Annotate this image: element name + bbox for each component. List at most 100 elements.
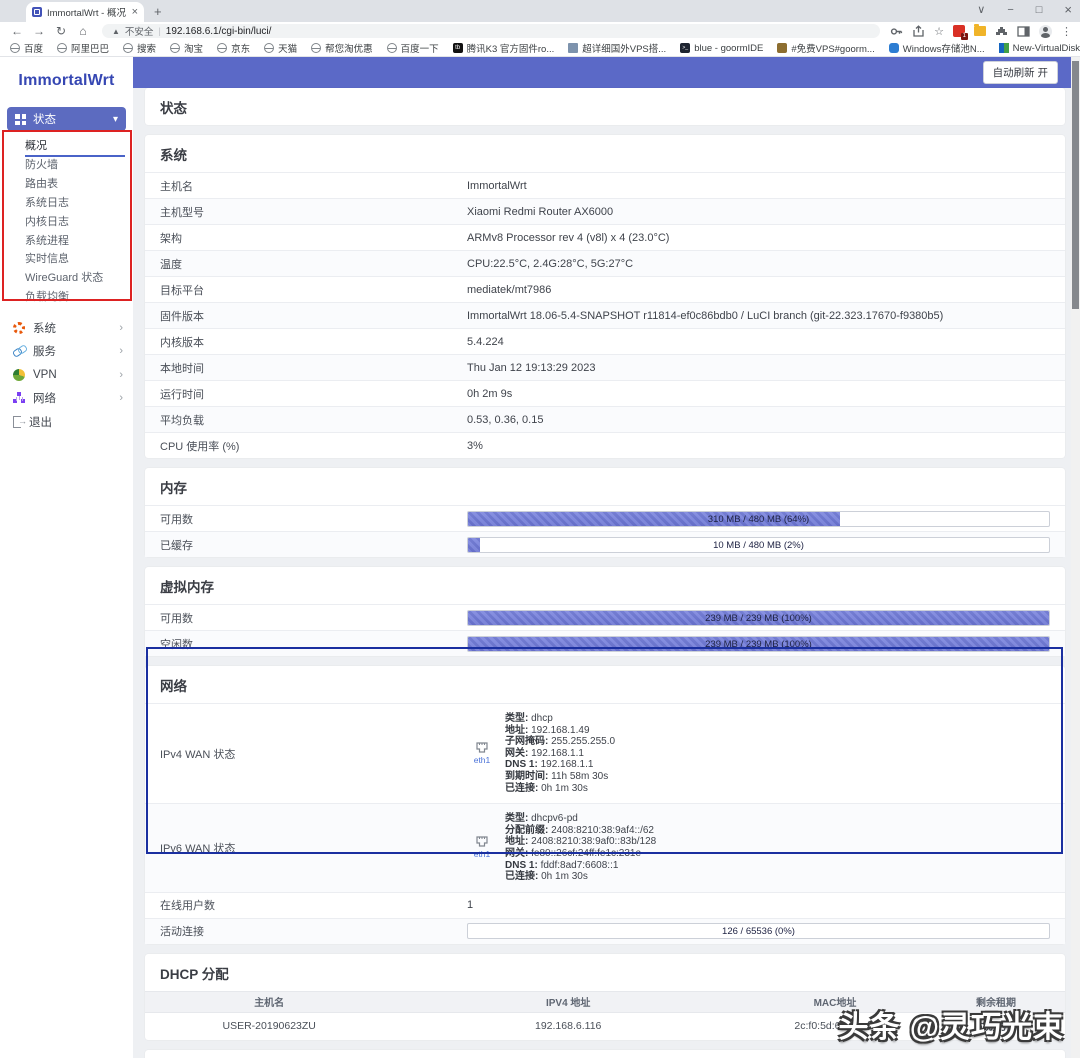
tab-search-chevron-icon[interactable]: ∨ [977, 3, 985, 16]
status-menu-label: 状态 [33, 111, 106, 127]
window-maximize-button[interactable]: □ [1036, 4, 1043, 16]
sidebar-menu-item[interactable]: 网络 › [0, 387, 133, 411]
bookmark-item[interactable]: #免费VPS#goorm... [777, 41, 874, 55]
wan-detail-line: 已连接: 0h 1m 30s [505, 783, 615, 795]
bookmark-item[interactable]: 阿里巴巴 [57, 41, 109, 55]
bookmark-item[interactable]: 京东 [217, 41, 250, 55]
wan-detail-line: 网关: fe80::26cf:24ff:fe1c:231e [505, 848, 656, 860]
password-key-icon[interactable] [890, 25, 903, 38]
status-submenu-item[interactable]: 系统日志 [25, 194, 125, 213]
sidebar: ImmortalWrt 状态 ▾ 概况 防火墙 路由表 系统日志 内核日志 系统… [0, 57, 133, 1058]
sidebar-menu-status[interactable]: 状态 ▾ [7, 107, 126, 131]
status-submenu-item[interactable]: 负载均衡 [25, 288, 125, 307]
chevron-right-icon: › [119, 345, 123, 357]
system-row-value: 0h 2m 9s [467, 384, 1065, 404]
forward-button[interactable]: → [30, 24, 48, 38]
bookmark-item[interactable]: 超详细国外VPS搭... [568, 41, 666, 55]
system-row-label: 主机名 [145, 174, 467, 198]
browser-toolbar: ← → ↻ ⌂ ▲ 不安全 | 192.168.6.1/cgi-bin/luci… [0, 22, 1080, 40]
window-close-button[interactable]: × [1064, 2, 1072, 17]
bookmark-item[interactable]: New-VirtualDisk [999, 43, 1080, 54]
dhcp-mac-address: 2c:f0:5d:61:9b:db [743, 1020, 927, 1032]
system-row-label: 目标平台 [145, 278, 467, 302]
sidebar-menu-item[interactable]: 服务 › [0, 340, 133, 364]
scrollbar-thumb[interactable] [1072, 61, 1079, 309]
bookmark-favicon-icon [453, 43, 463, 53]
sidebar-menu-icon [13, 392, 25, 404]
status-submenu-item[interactable]: 内核日志 [25, 213, 125, 232]
sidebar-menu-label: VPN [33, 369, 57, 381]
share-icon[interactable] [912, 25, 925, 38]
reload-button[interactable]: ↻ [52, 24, 70, 38]
bookmark-item[interactable]: 天猫 [264, 41, 297, 55]
address-bar[interactable]: ▲ 不安全 | 192.168.6.1/cgi-bin/luci/ [102, 24, 880, 38]
auto-refresh-toggle[interactable]: 自动刷新 开 [983, 61, 1058, 84]
bookmark-label: 阿里巴巴 [71, 41, 109, 55]
browser-tab[interactable]: ImmortalWrt - 概况 - LuCI × [26, 2, 144, 22]
bookmark-star-icon[interactable]: ☆ [934, 25, 944, 38]
system-row-value: 5.4.224 [467, 332, 1065, 352]
wan-detail-line: 到期时间: 11h 58m 30s [505, 771, 615, 783]
ipv4-wan-status-row: IPv4 WAN 状态 eth1 类型: dhcp 地址: 192.168.1.… [145, 703, 1065, 803]
sidebar-menu-item[interactable]: 退出 [0, 410, 133, 434]
window-minimize-button[interactable]: − [1007, 4, 1013, 16]
tab-close-icon[interactable]: × [132, 6, 138, 18]
status-submenu-item[interactable]: WireGuard 状态 [25, 269, 125, 288]
status-submenu-item[interactable]: 防火墙 [25, 156, 125, 175]
system-row-value: ImmortalWrt [467, 176, 1065, 196]
system-row-value: CPU:22.5°C, 2.4G:28°C, 5G:27°C [467, 254, 1065, 274]
bookmark-item[interactable]: 淘宝 [170, 41, 203, 55]
extension-folder-icon[interactable] [974, 26, 986, 36]
extensions-puzzle-icon[interactable] [995, 25, 1008, 38]
bookmark-item[interactable]: Windows存储池N... [889, 41, 985, 55]
bookmark-item[interactable]: 百度一下 [387, 41, 439, 55]
wan-detail-line: 已连接: 0h 1m 30s [505, 871, 656, 883]
extension-red-icon[interactable]: 1 [953, 25, 965, 37]
page-scrollbar[interactable] [1071, 57, 1080, 1058]
ipv4-wan-details: 类型: dhcp 地址: 192.168.1.49 子网掩码: 255.255.… [505, 713, 615, 794]
bookmark-favicon-icon [311, 43, 321, 53]
status-submenu-item[interactable]: 系统进程 [25, 232, 125, 251]
side-panel-icon[interactable] [1017, 25, 1030, 38]
bookmark-item[interactable]: blue - goormIDE [680, 43, 763, 54]
back-button[interactable]: ← [8, 24, 26, 38]
bookmark-favicon-icon [777, 43, 787, 53]
chevron-right-icon: › [119, 369, 123, 381]
sidebar-menu-item[interactable]: 系统 › [0, 316, 133, 340]
system-row: 温度 CPU:22.5°C, 2.4G:28°C, 5G:27°C [145, 250, 1065, 276]
status-submenu-item[interactable]: 路由表 [25, 175, 125, 194]
wan-detail-line: 类型: dhcpv6-pd [505, 813, 656, 825]
dhcpv6-card: DHCPv6 分配 主机 IPV6 地址 DUID 剩余租期 [145, 1050, 1065, 1058]
status-submenu-item[interactable]: 实时信息 [25, 250, 125, 269]
vmem-available-progressbar: 239 MB / 239 MB (100%) [467, 610, 1050, 626]
bookmark-favicon-icon [217, 43, 227, 53]
ipv6-wan-status-row: IPv6 WAN 状态 eth1 类型: dhcpv6-pd 分配前缀: 240… [145, 803, 1065, 892]
browser-menu-icon[interactable]: ⋮ [1061, 25, 1072, 38]
wan-detail-line: 类型: dhcp [505, 713, 615, 725]
system-row-value: 0.53, 0.36, 0.15 [467, 410, 1065, 430]
bookmark-item[interactable]: 搜索 [123, 41, 156, 55]
tab-favicon-icon [32, 7, 42, 17]
ethernet-icon [475, 836, 489, 848]
profile-avatar[interactable] [1039, 25, 1052, 38]
bookmark-label: 帮您淘优惠 [325, 41, 373, 55]
sidebar-main-menu: 系统 › 服务 › VPN › 网络 › [0, 316, 133, 434]
system-row-label: 固件版本 [145, 304, 467, 328]
security-label: 不安全 [125, 24, 154, 38]
dhcp-table-header: 主机名 IPV4 地址 MAC地址 剩余租期 [145, 991, 1065, 1013]
bookmark-item[interactable]: 百度 [10, 41, 43, 55]
new-tab-button[interactable]: + [154, 4, 162, 22]
system-row-value: ImmortalWrt 18.06-5.4-SNAPSHOT r11814-ef… [467, 306, 1065, 326]
bookmark-item[interactable]: 腾讯K3 官方固件ro... [453, 41, 555, 55]
sidebar-menu-item[interactable]: VPN › [0, 363, 133, 387]
network-section-title: 网络 [145, 666, 1065, 703]
vmem-free-progressbar: 239 MB / 239 MB (100%) [467, 636, 1050, 652]
interface-box: eth1 [467, 742, 497, 765]
system-row: 主机型号 Xiaomi Redmi Router AX6000 [145, 198, 1065, 224]
status-submenu-item[interactable]: 概况 [25, 137, 125, 157]
memory-cached-progressbar: 10 MB / 480 MB (2%) [467, 537, 1050, 553]
home-button[interactable]: ⌂ [74, 24, 92, 38]
wan-detail-line: DNS 1: fddf:8ad7:6608::1 [505, 860, 656, 872]
bookmark-item[interactable]: 帮您淘优惠 [311, 41, 373, 55]
dhcp-card: DHCP 分配 主机名 IPV4 地址 MAC地址 剩余租期 USER-2019… [145, 954, 1065, 1040]
